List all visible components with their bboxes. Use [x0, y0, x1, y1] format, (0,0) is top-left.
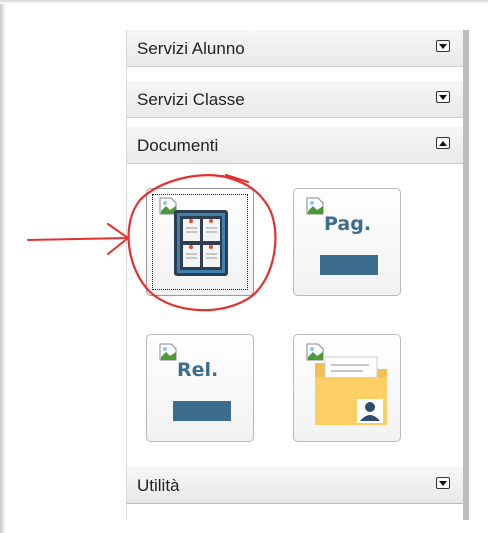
panel-title: Servizi Alunno: [137, 39, 245, 58]
scrollbar-track[interactable]: [463, 30, 469, 520]
tile-cartella[interactable]: [293, 334, 401, 442]
panel-header-servizi-alunno[interactable]: Servizi Alunno: [127, 30, 464, 67]
collapse-button[interactable]: [436, 137, 450, 149]
pagella-label: Pag.: [324, 213, 372, 235]
chevron-down-icon: [439, 480, 447, 486]
sidebar-accordion: Servizi Alunno Servizi Classe Documenti: [126, 30, 469, 520]
panel-title: Documenti: [137, 136, 219, 155]
panel-header-servizi-classe[interactable]: Servizi Classe: [127, 81, 464, 118]
bulletin-board-icon: [174, 210, 228, 276]
chevron-down-icon: [439, 43, 447, 49]
user-folder-icon: [315, 356, 387, 425]
chevron-up-icon: [439, 140, 447, 146]
broken-image-icon: [159, 343, 177, 361]
panel-title: Utilità: [137, 476, 180, 495]
expand-button[interactable]: [436, 477, 450, 489]
tile-relazione[interactable]: Rel.: [146, 334, 254, 442]
tile-bacheca[interactable]: [146, 188, 254, 296]
expand-button[interactable]: [436, 91, 450, 103]
pagella-bar: [320, 255, 378, 275]
relazione-bar: [173, 401, 231, 421]
expand-button[interactable]: [436, 40, 450, 52]
window-top-shadow: [0, 0, 488, 4]
broken-image-icon: [306, 197, 324, 215]
panel-title: Servizi Classe: [137, 90, 245, 109]
documenti-panel-content: Pag. Rel.: [127, 169, 464, 467]
panel-header-utilita[interactable]: Utilità: [127, 467, 464, 504]
relazione-label: Rel.: [177, 359, 219, 381]
red-arrow-annotation: [27, 223, 129, 255]
chevron-down-icon: [439, 94, 447, 100]
window-edge-shadow: [0, 0, 6, 533]
panel-header-documenti[interactable]: Documenti: [127, 127, 464, 164]
broken-image-icon: [159, 197, 177, 215]
tile-pagella[interactable]: Pag.: [293, 188, 401, 296]
